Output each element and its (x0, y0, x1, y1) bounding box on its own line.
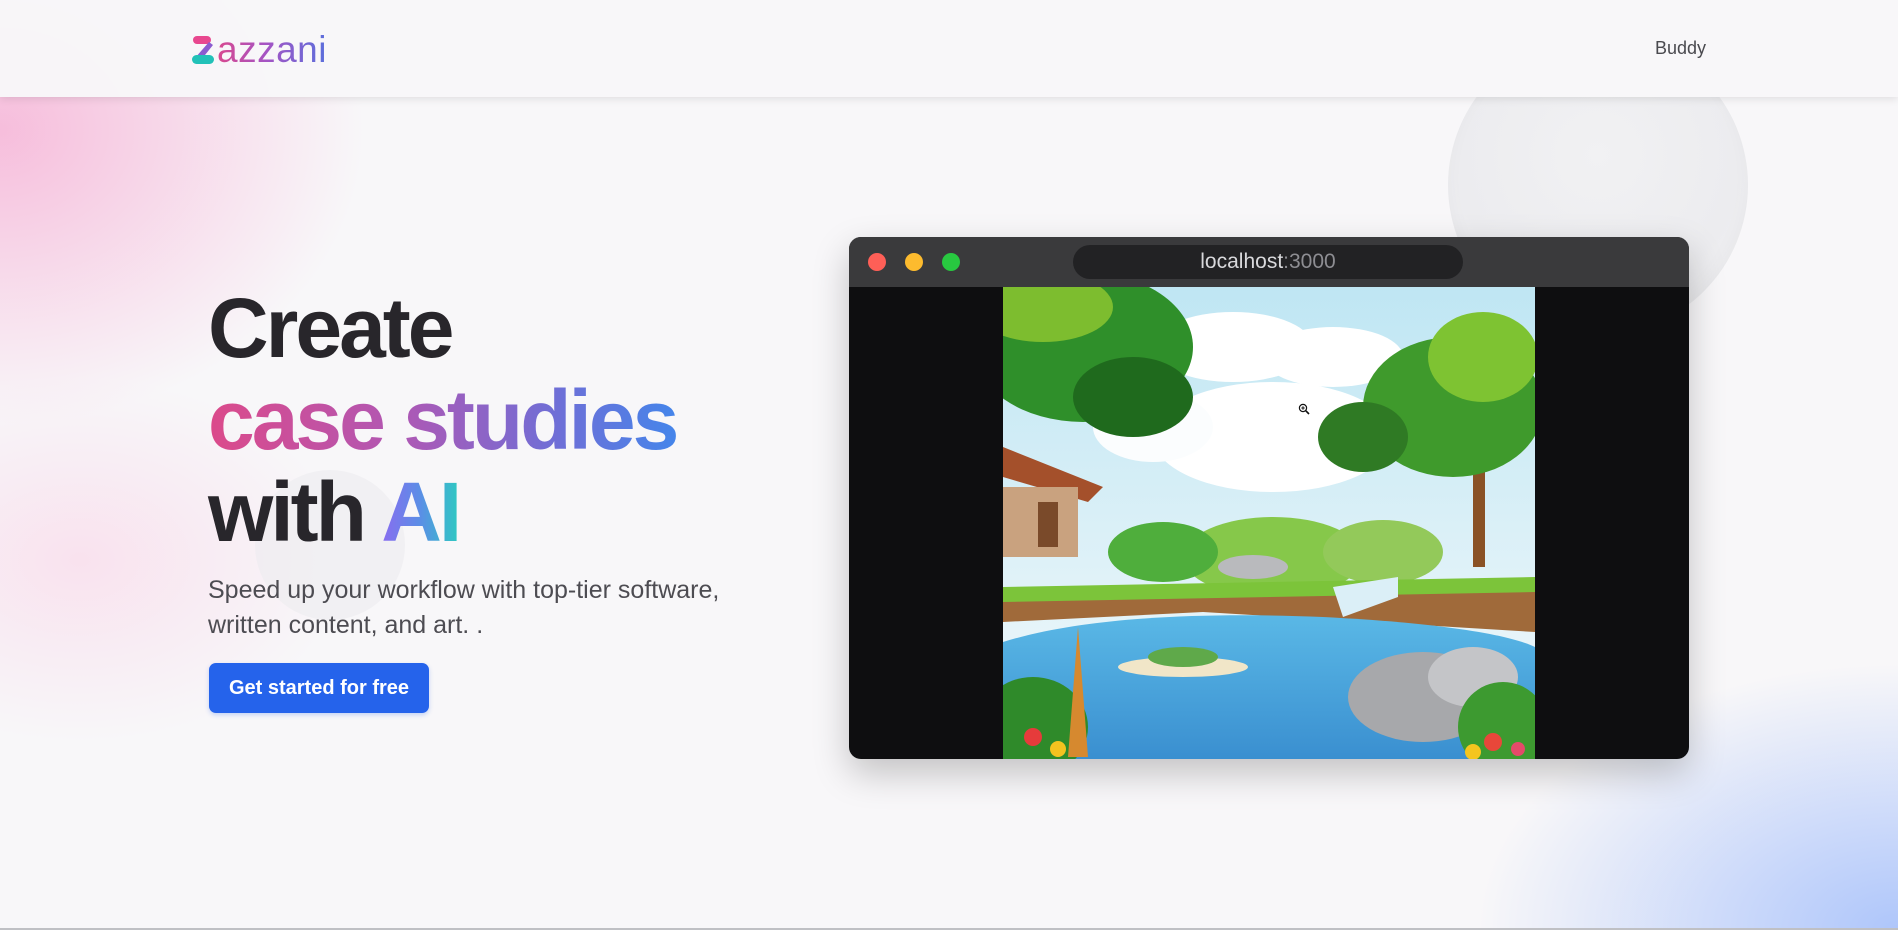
url-host: localhost (1200, 250, 1284, 273)
hero-title-line-1: Create (208, 281, 454, 375)
nav-link-buddy[interactable]: Buddy (1655, 38, 1706, 59)
landing-page: azzani Buddy Create case studies with AI… (0, 0, 1898, 930)
hero-title-gradient-text: case studies (208, 373, 679, 467)
hero-subtitle: Speed up your workflow with top-tier sof… (208, 573, 768, 643)
hero-subtitle-line-2: written content, and art. . (208, 611, 484, 639)
jungle-pond-illustration[interactable] (1003, 287, 1535, 759)
brand-logo[interactable]: azzani (190, 28, 327, 72)
url-port: :3000 (1283, 250, 1336, 273)
brand-name: azzani (217, 29, 327, 70)
hero-title-line-2: case studies (208, 373, 679, 467)
close-dot-icon[interactable] (868, 253, 886, 271)
minimize-dot-icon[interactable] (905, 253, 923, 271)
maximize-dot-icon[interactable] (942, 253, 960, 271)
hero-title-line-3: with AI (208, 466, 676, 558)
hero-heading: Create case studies with AI (208, 281, 679, 558)
hero-title-with: with (208, 465, 382, 559)
browser-window-mockup: localhost:3000 (849, 237, 1689, 759)
get-started-button[interactable]: Get started for free (209, 663, 429, 713)
z-logo-icon (190, 33, 216, 67)
window-titlebar: localhost:3000 (849, 237, 1689, 287)
zoom-in-cursor-icon (1298, 402, 1310, 420)
top-navbar: azzani Buddy (0, 0, 1898, 97)
hero-subtitle-line-1: Speed up your workflow with top-tier sof… (208, 576, 720, 604)
url-bar[interactable]: localhost:3000 (1073, 245, 1463, 279)
hero-title-ai: AI (381, 465, 462, 559)
